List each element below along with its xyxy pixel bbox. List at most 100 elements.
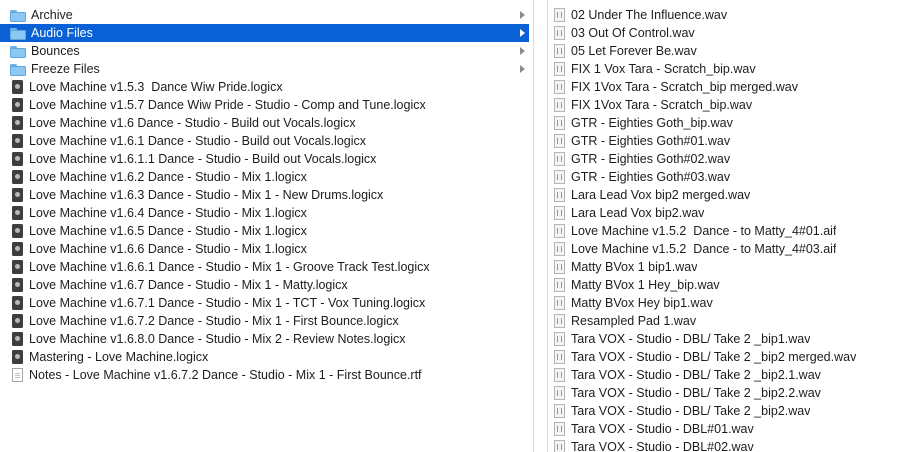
file-row-love-machine-v1-6-4-dance-studio-mix-1-l[interactable]: Love Machine v1.6.4 Dance - Studio - Mix… bbox=[0, 204, 529, 222]
file-name: 02 Under The Influence.wav bbox=[571, 8, 728, 22]
file-name: Love Machine v1.6.5 Dance - Studio - Mix… bbox=[29, 224, 307, 238]
file-row-love-machine-v1-6-7-dance-studio-mix-1-m[interactable]: Love Machine v1.6.7 Dance - Studio - Mix… bbox=[0, 276, 529, 294]
file-name: Lara Lead Vox bip2 merged.wav bbox=[571, 188, 751, 202]
file-name: Lara Lead Vox bip2.wav bbox=[571, 206, 705, 220]
file-row-gtr-eighties-goth-03-wav[interactable]: GTR - Eighties Goth#03.wav bbox=[548, 168, 901, 186]
file-name: Love Machine v1.5.2 Dance - to Matty_4#0… bbox=[571, 242, 837, 256]
file-name: Love Machine v1.6 Dance - Studio - Build… bbox=[29, 116, 356, 130]
file-row-notes-love-machine-v1-6-7-2-dance-studio[interactable]: Notes - Love Machine v1.6.7.2 Dance - St… bbox=[0, 366, 529, 384]
file-row-lara-lead-vox-bip2-wav[interactable]: Lara Lead Vox bip2.wav bbox=[548, 204, 901, 222]
file-row-tara-vox-studio-dbl-01-wav[interactable]: Tara VOX - Studio - DBL#01.wav bbox=[548, 420, 901, 438]
file-name: Tara VOX - Studio - DBL#01.wav bbox=[571, 422, 754, 436]
file-name: Matty BVox 1 Hey_bip.wav bbox=[571, 278, 720, 292]
finder-column-audio-files[interactable]: 02 Under The Influence.wav 03 Out Of Cont… bbox=[548, 0, 901, 452]
file-name: Tara VOX - Studio - DBL#02.wav bbox=[571, 440, 754, 452]
chevron-right-icon bbox=[520, 65, 525, 73]
file-row-love-machine-v1-5-3-dance-wiw-pride-logi[interactable]: Love Machine v1.5.3 Dance Wiw Pride.logi… bbox=[0, 78, 529, 96]
audio-file-icon bbox=[554, 332, 565, 346]
file-row-love-machine-v1-6-7-2-dance-studio-mix-1[interactable]: Love Machine v1.6.7.2 Dance - Studio - M… bbox=[0, 312, 529, 330]
file-row-lara-lead-vox-bip2-merged-wav[interactable]: Lara Lead Vox bip2 merged.wav bbox=[548, 186, 901, 204]
logic-project-icon bbox=[12, 170, 23, 184]
file-row-love-machine-v1-6-1-1-dance-studio-build[interactable]: Love Machine v1.6.1.1 Dance - Studio - B… bbox=[0, 150, 529, 168]
file-name: Freeze Files bbox=[31, 62, 100, 76]
file-row-love-machine-v1-6-1-dance-studio-build-o[interactable]: Love Machine v1.6.1 Dance - Studio - Bui… bbox=[0, 132, 529, 150]
file-name: Love Machine v1.6.3 Dance - Studio - Mix… bbox=[29, 188, 384, 202]
file-row-matty-bvox-1-bip1-wav[interactable]: Matty BVox 1 bip1.wav bbox=[548, 258, 901, 276]
file-row-love-machine-v1-6-6-1-dance-studio-mix-1[interactable]: Love Machine v1.6.6.1 Dance - Studio - M… bbox=[0, 258, 529, 276]
folder-icon bbox=[10, 27, 26, 40]
file-name: Love Machine v1.6.6 Dance - Studio - Mix… bbox=[29, 242, 307, 256]
file-list: 02 Under The Influence.wav 03 Out Of Cont… bbox=[548, 0, 901, 452]
file-row-tara-vox-studio-dbl-take-2-bip2-2-wav[interactable]: Tara VOX - Studio - DBL/ Take 2 _bip2.2.… bbox=[548, 384, 901, 402]
file-row-gtr-eighties-goth-02-wav[interactable]: GTR - Eighties Goth#02.wav bbox=[548, 150, 901, 168]
folder-row-audio-files[interactable]: Audio Files bbox=[0, 24, 529, 42]
file-list: Archive Audio Files Bounces Freeze Files Lov… bbox=[0, 0, 533, 384]
file-row-love-machine-v1-6-3-dance-studio-mix-1-n[interactable]: Love Machine v1.6.3 Dance - Studio - Mix… bbox=[0, 186, 529, 204]
folder-row-bounces[interactable]: Bounces bbox=[0, 42, 529, 60]
file-name: Love Machine v1.6.4 Dance - Studio - Mix… bbox=[29, 206, 307, 220]
file-row-tara-vox-studio-dbl-take-2-bip2-1-wav[interactable]: Tara VOX - Studio - DBL/ Take 2 _bip2.1.… bbox=[548, 366, 901, 384]
file-row-mastering-love-machine-logicx[interactable]: Mastering - Love Machine.logicx bbox=[0, 348, 529, 366]
file-row-gtr-eighties-goth-bip-wav[interactable]: GTR - Eighties Goth_bip.wav bbox=[548, 114, 901, 132]
file-name: GTR - Eighties Goth#02.wav bbox=[571, 152, 731, 166]
file-name: FIX 1Vox Tara - Scratch_bip merged.wav bbox=[571, 80, 798, 94]
audio-file-icon bbox=[554, 278, 565, 292]
audio-file-icon bbox=[554, 170, 565, 184]
audio-file-icon bbox=[554, 224, 565, 238]
file-row-fix-1vox-tara-scratch-bip-merged-wav[interactable]: FIX 1Vox Tara - Scratch_bip merged.wav bbox=[548, 78, 901, 96]
file-row-tara-vox-studio-dbl-take-2-bip2-merged-w[interactable]: Tara VOX - Studio - DBL/ Take 2 _bip2 me… bbox=[548, 348, 901, 366]
audio-file-icon bbox=[554, 422, 565, 436]
file-row-gtr-eighties-goth-01-wav[interactable]: GTR - Eighties Goth#01.wav bbox=[548, 132, 901, 150]
file-row-love-machine-v1-5-2-dance-to-matty-4-01-[interactable]: Love Machine v1.5.2 Dance - to Matty_4#0… bbox=[548, 222, 901, 240]
file-row-tara-vox-studio-dbl-take-2-bip2-wav[interactable]: Tara VOX - Studio - DBL/ Take 2 _bip2.wa… bbox=[548, 402, 901, 420]
folder-icon bbox=[10, 45, 26, 58]
file-name: Love Machine v1.6.7.1 Dance - Studio - M… bbox=[29, 296, 426, 310]
file-name: GTR - Eighties Goth#03.wav bbox=[571, 170, 731, 184]
file-row-love-machine-v1-6-2-dance-studio-mix-1-l[interactable]: Love Machine v1.6.2 Dance - Studio - Mix… bbox=[0, 168, 529, 186]
folder-row-archive[interactable]: Archive bbox=[0, 6, 529, 24]
file-row-tara-vox-studio-dbl-take-2-bip1-wav[interactable]: Tara VOX - Studio - DBL/ Take 2 _bip1.wa… bbox=[548, 330, 901, 348]
file-name: Tara VOX - Studio - DBL/ Take 2 _bip2.2.… bbox=[571, 386, 821, 400]
file-row-love-machine-v1-6-8-0-dance-studio-mix-2[interactable]: Love Machine v1.6.8.0 Dance - Studio - M… bbox=[0, 330, 529, 348]
file-row-fix-1-vox-tara-scratch-bip-wav[interactable]: FIX 1 Vox Tara - Scratch_bip.wav bbox=[548, 60, 901, 78]
logic-project-icon bbox=[12, 278, 23, 292]
file-name: Love Machine v1.6.6.1 Dance - Studio - M… bbox=[29, 260, 430, 274]
file-name: Archive bbox=[31, 8, 73, 22]
file-row-tara-vox-studio-dbl-02-wav[interactable]: Tara VOX - Studio - DBL#02.wav bbox=[548, 438, 901, 452]
file-name: Love Machine v1.6.8.0 Dance - Studio - M… bbox=[29, 332, 406, 346]
chevron-right-icon bbox=[520, 29, 525, 37]
file-row-love-machine-v1-5-7-dance-wiw-pride-stud[interactable]: Love Machine v1.5.7 Dance Wiw Pride - St… bbox=[0, 96, 529, 114]
file-name: Tara VOX - Studio - DBL/ Take 2 _bip1.wa… bbox=[571, 332, 811, 346]
file-row-resampled-pad-1-wav[interactable]: Resampled Pad 1.wav bbox=[548, 312, 901, 330]
file-row-02-under-the-influence-wav[interactable]: 02 Under The Influence.wav bbox=[548, 6, 901, 24]
audio-file-icon bbox=[554, 98, 565, 112]
column-divider[interactable] bbox=[533, 0, 534, 452]
file-row-love-machine-v1-6-6-dance-studio-mix-1-l[interactable]: Love Machine v1.6.6 Dance - Studio - Mix… bbox=[0, 240, 529, 258]
audio-file-icon bbox=[554, 188, 565, 202]
file-name: Love Machine v1.5.7 Dance Wiw Pride - St… bbox=[29, 98, 426, 112]
file-row-03-out-of-control-wav[interactable]: 03 Out Of Control.wav bbox=[548, 24, 901, 42]
file-row-05-let-forever-be-wav[interactable]: 05 Let Forever Be.wav bbox=[548, 42, 901, 60]
file-name: FIX 1Vox Tara - Scratch_bip.wav bbox=[571, 98, 753, 112]
file-name: Matty BVox Hey bip1.wav bbox=[571, 296, 713, 310]
finder-column-project[interactable]: Archive Audio Files Bounces Freeze Files Lov… bbox=[0, 0, 533, 452]
file-row-fix-1vox-tara-scratch-bip-wav[interactable]: FIX 1Vox Tara - Scratch_bip.wav bbox=[548, 96, 901, 114]
audio-file-icon bbox=[554, 152, 565, 166]
audio-file-icon bbox=[554, 242, 565, 256]
logic-project-icon bbox=[12, 206, 23, 220]
file-name: 03 Out Of Control.wav bbox=[571, 26, 695, 40]
file-name: GTR - Eighties Goth_bip.wav bbox=[571, 116, 733, 130]
file-row-matty-bvox-1-hey-bip-wav[interactable]: Matty BVox 1 Hey_bip.wav bbox=[548, 276, 901, 294]
logic-project-icon bbox=[12, 116, 23, 130]
file-row-love-machine-v1-6-dance-studio-build-out[interactable]: Love Machine v1.6 Dance - Studio - Build… bbox=[0, 114, 529, 132]
file-name: 05 Let Forever Be.wav bbox=[571, 44, 697, 58]
logic-project-icon bbox=[12, 80, 23, 94]
logic-project-icon bbox=[12, 296, 23, 310]
audio-file-icon bbox=[554, 206, 565, 220]
file-row-love-machine-v1-5-2-dance-to-matty-4-03-[interactable]: Love Machine v1.5.2 Dance - to Matty_4#0… bbox=[548, 240, 901, 258]
file-row-love-machine-v1-6-5-dance-studio-mix-1-l[interactable]: Love Machine v1.6.5 Dance - Studio - Mix… bbox=[0, 222, 529, 240]
folder-icon bbox=[10, 63, 26, 76]
file-row-love-machine-v1-6-7-1-dance-studio-mix-1[interactable]: Love Machine v1.6.7.1 Dance - Studio - M… bbox=[0, 294, 529, 312]
folder-row-freeze-files[interactable]: Freeze Files bbox=[0, 60, 529, 78]
file-row-matty-bvox-hey-bip1-wav[interactable]: Matty BVox Hey bip1.wav bbox=[548, 294, 901, 312]
